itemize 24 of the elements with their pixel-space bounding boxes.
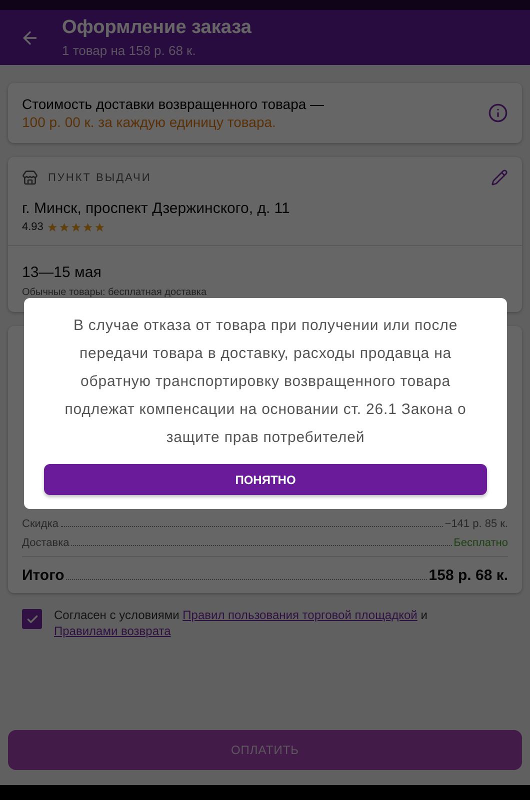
delivery-dates: 13—15 мая: [22, 264, 102, 281]
agree-checkbox[interactable]: [22, 609, 42, 629]
page-subtitle: 1 товар на 158 р. 68 к.: [62, 43, 197, 58]
rules-link[interactable]: Правилами возврата: [54, 624, 171, 638]
delivery-note: Обычные товары: бесплатная доставка: [22, 287, 208, 298]
rules-link[interactable]: Правил пользования торговой площадкой: [182, 608, 418, 622]
store-icon: [22, 170, 38, 186]
ok-button[interactable]: ПОНЯТНО: [44, 464, 487, 495]
info-icon[interactable]: [488, 103, 508, 123]
edit-icon[interactable]: [491, 169, 508, 186]
pickup-address: г. Минск, проспект Дзержинского, д. 11: [22, 200, 291, 217]
total-label: Итого: [22, 567, 64, 584]
rating-value: 4.93: [22, 221, 44, 233]
total-value: 158 р. 68 к.: [428, 567, 508, 584]
page-title: Оформление заказа: [62, 17, 252, 39]
notice-text: Стоимость доставки возвращенного товара — 100 р. 00 к. за каждую единицу товара.: [22, 95, 324, 131]
dialog-message: В случае отказа от товара при получении или после передачи товара в доставку, расходы продавца на обратную транспортировку возвращенного товара подлежат компенсации на основании ст. 26.1 Закона о защите прав потребителей: [64, 316, 468, 448]
row-value: Бесплатно: [454, 537, 508, 549]
check-icon: [26, 612, 38, 626]
row-label: Доставка: [22, 537, 70, 549]
row-label: Скидка: [22, 518, 58, 530]
row-value: −141 р. 85 к.: [444, 518, 508, 530]
section-heading: ПУНКТ ВЫДАЧИ: [48, 172, 152, 184]
agreement-text: Согласен с условиями Правил пользования торговой площадкой и Правилами возврата: [54, 607, 428, 639]
